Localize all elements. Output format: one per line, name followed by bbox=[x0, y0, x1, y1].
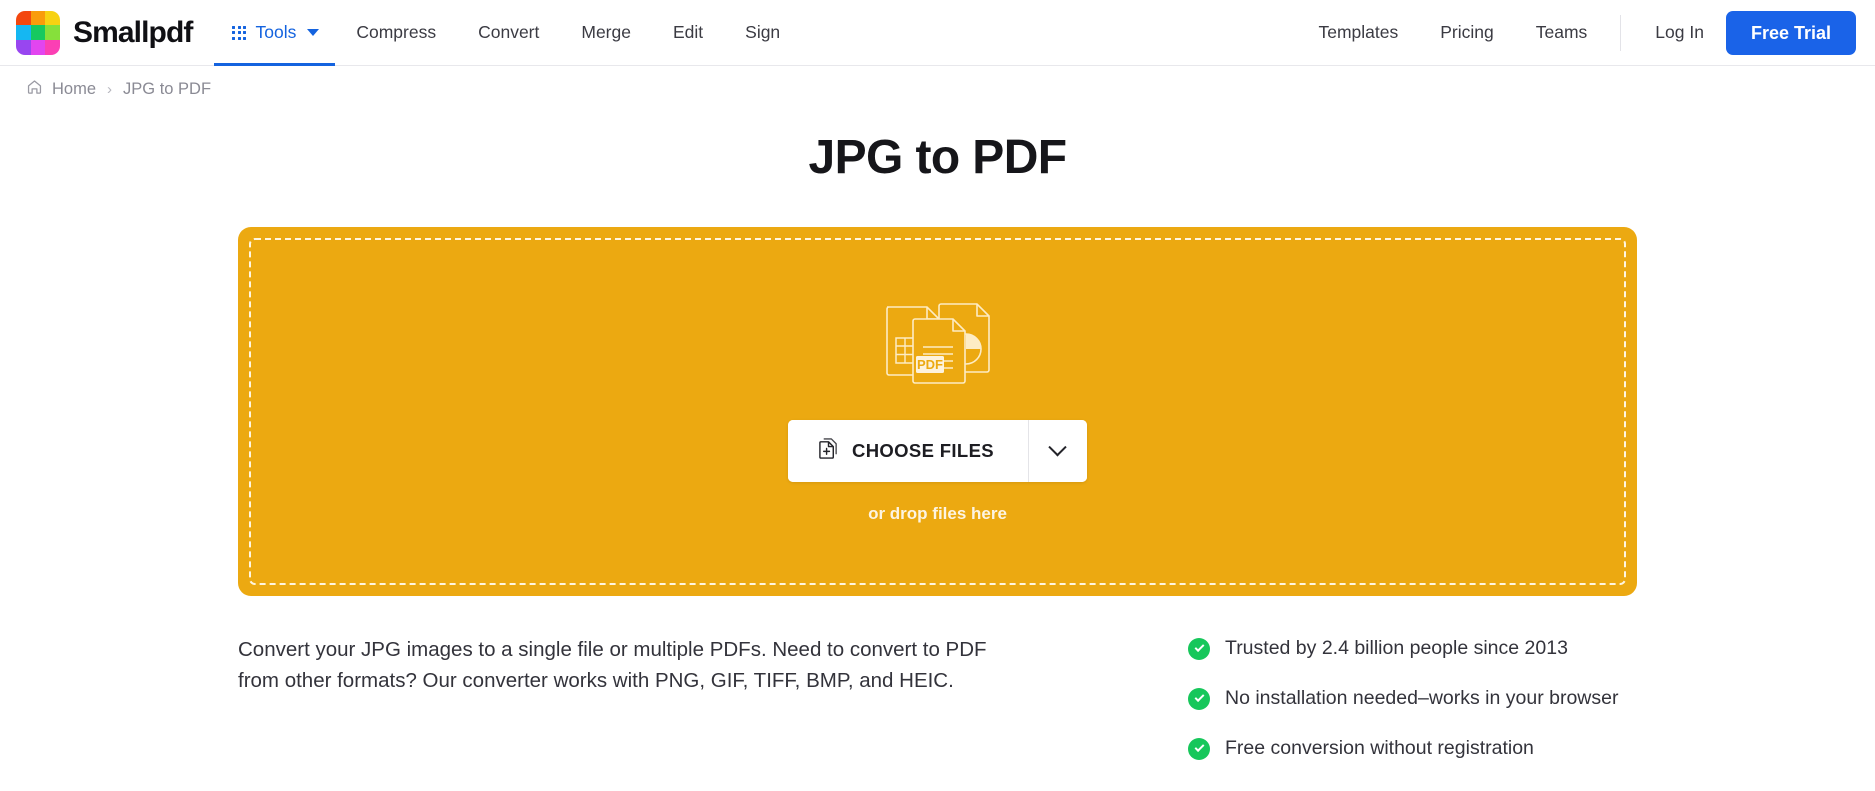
nav-item-compress[interactable]: Compress bbox=[335, 0, 457, 65]
feature-item: Free conversion without registration bbox=[1188, 737, 1618, 760]
logo-cell bbox=[45, 39, 60, 55]
logo-cell bbox=[16, 39, 31, 55]
description-column: Convert your JPG images to a single file… bbox=[238, 634, 1028, 696]
home-icon bbox=[26, 78, 43, 100]
nav-item-convert-label: Convert bbox=[478, 22, 540, 42]
documents-stack-pdf-icon: PDF bbox=[879, 299, 997, 390]
nav-item-merge-label: Merge bbox=[581, 22, 631, 42]
file-dropzone[interactable]: PDF CHOOSE FILES or drop files here bbox=[238, 227, 1637, 596]
features-column: Trusted by 2.4 billion people since 2013… bbox=[1188, 634, 1618, 760]
logo-cell bbox=[30, 39, 46, 55]
nav-item-edit[interactable]: Edit bbox=[652, 0, 724, 65]
choose-files-group: CHOOSE FILES bbox=[788, 420, 1087, 482]
nav-item-merge[interactable]: Merge bbox=[560, 0, 652, 65]
primary-nav: Tools Compress Convert Merge Edit Sign bbox=[214, 0, 801, 66]
feature-item: No installation needed–works in your bro… bbox=[1188, 687, 1618, 710]
logo-cell bbox=[45, 10, 60, 26]
nav-item-convert[interactable]: Convert bbox=[457, 0, 560, 65]
feature-label: Free conversion without registration bbox=[1225, 737, 1534, 759]
logo-cell bbox=[45, 25, 60, 40]
check-circle-icon bbox=[1188, 687, 1210, 710]
check-circle-icon bbox=[1188, 637, 1210, 660]
chevron-down-icon bbox=[307, 29, 320, 36]
page-title: JPG to PDF bbox=[808, 131, 1067, 184]
nav-item-tools[interactable]: Tools bbox=[214, 0, 336, 66]
svg-text:PDF: PDF bbox=[917, 357, 943, 372]
nav-item-teams[interactable]: Teams bbox=[1515, 22, 1609, 43]
nav-item-tools-label: Tools bbox=[255, 22, 297, 42]
drop-files-hint: or drop files here bbox=[868, 504, 1007, 523]
feature-item: Trusted by 2.4 billion people since 2013 bbox=[1188, 637, 1618, 660]
choose-files-label: CHOOSE FILES bbox=[852, 440, 994, 461]
breadcrumb-home[interactable]: Home bbox=[52, 80, 96, 99]
nav-item-sign[interactable]: Sign bbox=[724, 0, 801, 65]
dropzone-section: PDF CHOOSE FILES or drop files here bbox=[0, 227, 1875, 596]
nav-item-templates[interactable]: Templates bbox=[1297, 22, 1419, 43]
breadcrumb-separator: › bbox=[107, 80, 113, 98]
logo-cell bbox=[16, 25, 31, 40]
header-spacer bbox=[801, 0, 1297, 65]
logo-cell bbox=[16, 10, 31, 26]
breadcrumb: Home › JPG to PDF bbox=[0, 66, 1875, 100]
info-section: Convert your JPG images to a single file… bbox=[0, 596, 1875, 760]
logo-cell bbox=[30, 10, 46, 26]
choose-files-dropdown-button[interactable] bbox=[1027, 420, 1087, 482]
secondary-nav: Templates Pricing Teams Log In Free Tria… bbox=[1297, 0, 1875, 65]
tool-description: Convert your JPG images to a single file… bbox=[238, 638, 987, 693]
choose-files-button[interactable]: CHOOSE FILES bbox=[788, 420, 1028, 482]
free-trial-button[interactable]: Free Trial bbox=[1725, 10, 1856, 55]
chevron-down-icon bbox=[1048, 437, 1068, 456]
smallpdf-logo-grid-icon bbox=[16, 10, 60, 55]
nav-item-edit-label: Edit bbox=[672, 22, 704, 42]
grid-dots-icon bbox=[232, 25, 247, 40]
feature-label: No installation needed–works in your bro… bbox=[1225, 687, 1619, 709]
login-link[interactable]: Log In bbox=[1633, 22, 1726, 43]
nav-item-compress-label: Compress bbox=[356, 22, 437, 42]
check-circle-icon bbox=[1188, 737, 1210, 760]
logo-cell bbox=[30, 25, 46, 40]
nav-item-sign-label: Sign bbox=[745, 22, 781, 42]
active-tab-underline bbox=[214, 63, 336, 66]
site-header: Smallpdf Tools Compress Convert Merge Ed… bbox=[0, 0, 1875, 66]
header-divider bbox=[1620, 14, 1622, 51]
breadcrumb-current: JPG to PDF bbox=[123, 79, 212, 98]
nav-item-pricing[interactable]: Pricing bbox=[1419, 22, 1515, 43]
brand-name: Smallpdf bbox=[73, 15, 193, 49]
file-plus-icon bbox=[818, 437, 839, 465]
brand-logo[interactable]: Smallpdf bbox=[16, 0, 214, 65]
feature-label: Trusted by 2.4 billion people since 2013 bbox=[1225, 637, 1568, 659]
dropzone-dashed-border bbox=[249, 238, 1626, 585]
